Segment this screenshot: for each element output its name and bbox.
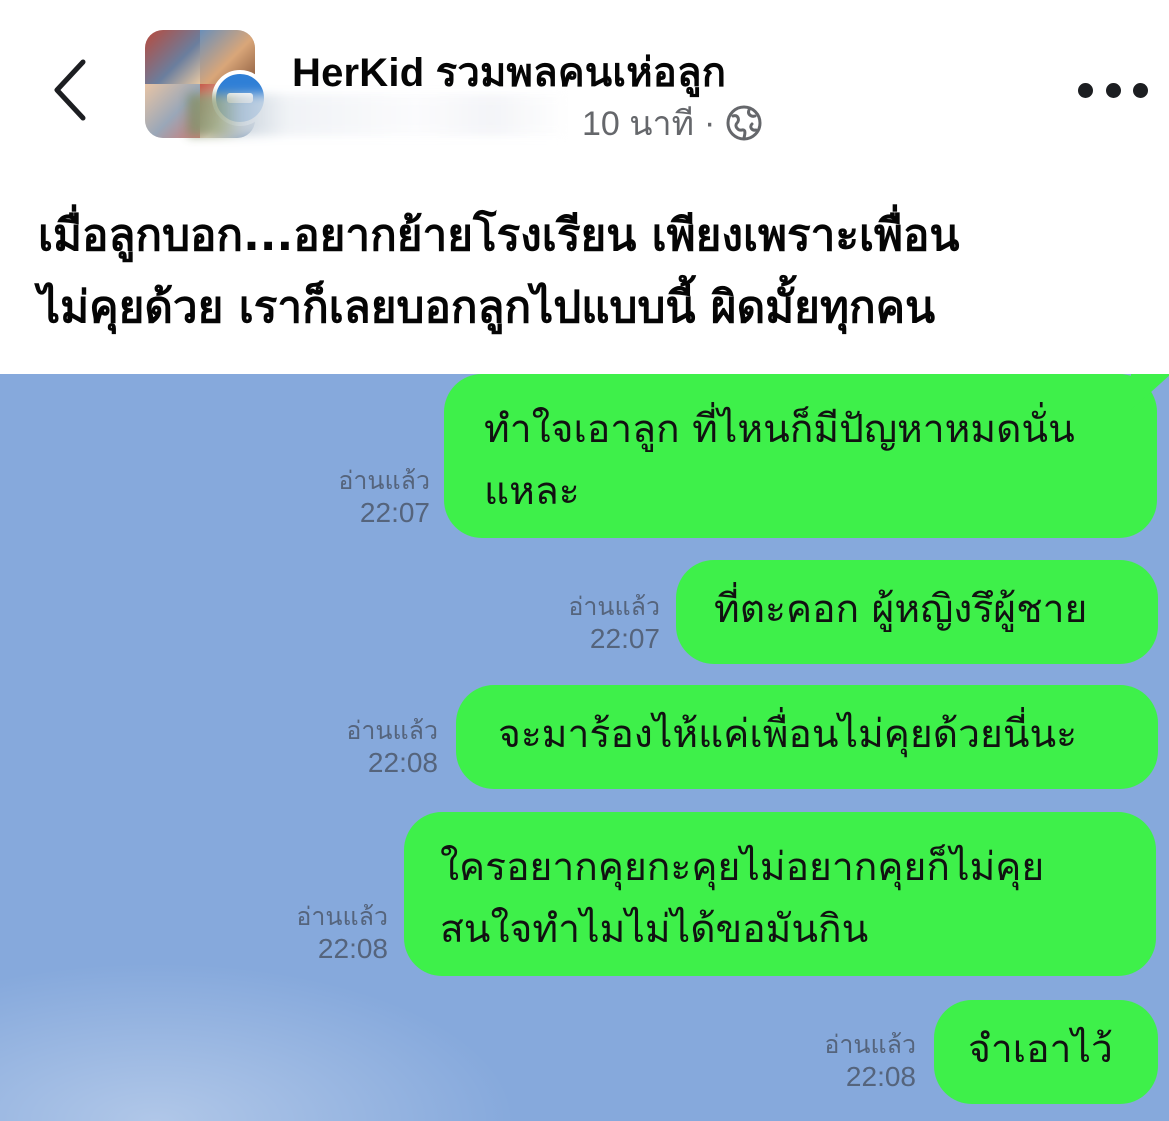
message-text: จำเอาไว้	[968, 1027, 1113, 1072]
caption-line: ไม่คุยด้วย เราก็เลยบอกลูกไปแบบนี้ ผิดมั้…	[38, 282, 936, 333]
message-time: 22:08	[845, 1061, 916, 1092]
message-bubble: ที่ตะคอก ผู้หญิงรึผู้ชาย	[676, 560, 1158, 664]
message-time: 22:08	[367, 747, 438, 778]
message-meta: อ่านแล้ว 22:08	[790, 1030, 916, 1092]
message-text: ที่ตะคอก ผู้หญิงรึผู้ชาย	[714, 587, 1088, 632]
meta-separator: ·	[704, 103, 716, 142]
chevron-left-icon	[54, 59, 86, 121]
message-meta: อ่านแล้ว 22:07	[306, 466, 430, 528]
message-text: จะมาร้องไห้แค่เพื่อนไม่คุยด้วยนี่นะ	[498, 712, 1078, 757]
read-status: อ่านแล้ว	[296, 903, 388, 931]
bubble-tail	[1131, 374, 1169, 410]
message-bubble: จะมาร้องไห้แค่เพื่อนไม่คุยด้วยนี่นะ	[456, 685, 1158, 789]
avatar-photo	[145, 30, 200, 84]
post-header: HerKid รวมพลคนเห่อลูก 10 นาที ·	[0, 0, 1169, 168]
read-status: อ่านแล้ว	[824, 1031, 916, 1059]
read-status: อ่านแล้ว	[568, 593, 660, 621]
message-bubble: ใครอยากคุยกะคุยไม่อยากคุยก็ไม่คุย สนใจทำ…	[404, 812, 1156, 976]
message-time: 22:07	[589, 623, 660, 654]
more-dots-icon	[1133, 82, 1148, 98]
group-name-link[interactable]: HerKid รวมพลคนเห่อลูก	[292, 40, 726, 104]
message-bubble: จำเอาไว้	[934, 1000, 1158, 1104]
chat-screenshot: ทำใจเอาลูก ที่ไหนก็มีปัญหาหมดนั่น แหละ อ…	[0, 374, 1169, 1121]
post-timestamp[interactable]: 10 นาที	[582, 96, 694, 150]
back-button[interactable]	[42, 52, 98, 128]
globe-icon[interactable]	[725, 104, 763, 142]
message-text: ใครอยากคุยกะคุยไม่อยากคุยก็ไม่คุย	[440, 845, 1045, 890]
message-time: 22:08	[317, 933, 388, 964]
more-options-button[interactable]	[1078, 70, 1148, 110]
message-text: สนใจทำไมไม่ได้ขอมันกิน	[440, 907, 869, 952]
caption-line: เมื่อลูกบอก...อยากย้ายโรงเรียน เพียงเพรา…	[38, 210, 960, 261]
read-status: อ่านแล้ว	[346, 717, 438, 745]
post-caption: เมื่อลูกบอก...อยากย้ายโรงเรียน เพียงเพรา…	[38, 200, 1148, 344]
message-time: 22:07	[359, 497, 430, 528]
post-meta: 10 นาที ·	[582, 96, 763, 150]
message-meta: อ่านแล้ว 22:08	[256, 902, 388, 964]
more-dots-icon	[1105, 82, 1121, 98]
message-text: ทำใจเอาลูก ที่ไหนก็มีปัญหาหมดนั่น	[484, 407, 1075, 452]
message-bubble: ทำใจเอาลูก ที่ไหนก็มีปัญหาหมดนั่น แหละ	[444, 374, 1169, 538]
more-dots-icon	[1078, 82, 1093, 98]
read-status: อ่านแล้ว	[338, 467, 430, 495]
message-meta: อ่านแล้ว 22:07	[530, 592, 660, 654]
message-meta: อ่านแล้ว 22:08	[306, 716, 438, 778]
message-text: แหละ	[484, 469, 580, 514]
